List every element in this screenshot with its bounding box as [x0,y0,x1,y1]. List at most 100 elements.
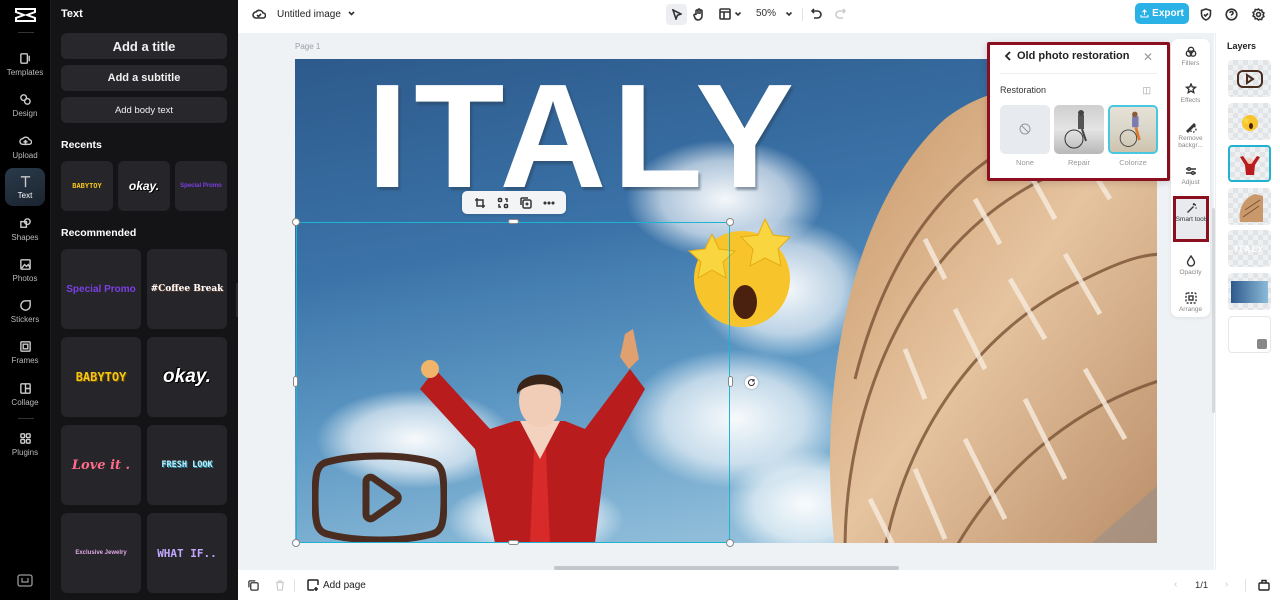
add-page-label: Add page [323,579,366,591]
rail-item-stickers[interactable]: Stickers [5,292,45,330]
recommended-text-style[interactable]: WHAT IF.. [147,513,227,593]
rail-item-templates[interactable]: Templates [5,45,45,83]
add-subtitle-button[interactable]: Add a subtitle [61,65,227,91]
recommended-text-style[interactable]: okay. [147,337,227,417]
chevron-down-icon[interactable] [785,10,793,18]
resize-handle[interactable] [508,219,519,224]
effects-tool[interactable]: Effects [1173,83,1208,104]
toolbar-divider [1245,579,1246,592]
redo-icon[interactable] [835,8,846,19]
app-root: Templates Design Upload Text Shapes Phot… [0,0,1280,600]
compare-icon[interactable]: ◫ [1142,85,1151,96]
layer-man-in-red-suit[interactable] [1228,145,1271,182]
layer-sky-background[interactable] [1228,273,1271,310]
restoration-option-colorize[interactable] [1108,105,1158,154]
layer-blank-background[interactable] [1228,316,1271,353]
recent-text-style[interactable]: okay. [118,161,170,211]
recommended-text-style[interactable]: Exclusive Jewelry [61,513,141,593]
recommended-text-style[interactable]: BABYTOY [61,337,141,417]
recommended-text-style[interactable]: #Coffee Break [147,249,227,329]
select-tool-button[interactable] [666,4,687,25]
upload-icon [18,136,32,145]
recommended-text-style[interactable]: Special Promo [61,249,141,329]
close-icon[interactable]: ✕ [1143,50,1153,64]
restoration-option-repair[interactable] [1054,105,1104,154]
replace-icon[interactable] [497,197,509,209]
document-title[interactable]: Untitled image [277,9,341,20]
bottom-bar: Add page ‹ 1/1 › [238,570,1280,600]
arrange-tool[interactable]: Arrange [1173,292,1208,313]
frames-icon [19,340,31,352]
rotate-handle[interactable] [745,376,758,389]
resize-handle[interactable] [293,376,298,387]
rail-item-design[interactable]: Design [5,86,45,124]
cloud-save-icon[interactable] [252,7,266,20]
shield-check-icon[interactable] [1200,8,1212,21]
add-page-button[interactable]: Add page [307,579,366,591]
rail-item-text[interactable]: Text [5,168,45,206]
remove-background-tool[interactable]: Remove backgr... [1173,121,1208,149]
collage-icon [19,382,31,394]
previous-page-button[interactable]: ‹ [1174,579,1177,590]
photos-icon [19,258,31,270]
text-style-preview: Exclusive Jewelry [75,550,127,556]
adjust-tool[interactable]: Adjust [1173,165,1208,186]
page-manager-icon[interactable] [1258,579,1270,591]
rail-item-collage[interactable]: Collage [5,375,45,413]
duplicate-page-icon[interactable] [248,580,259,591]
layer-italy-text[interactable]: ITALY [1228,230,1271,267]
duplicate-icon[interactable] [519,196,532,209]
rail-item-photos[interactable]: Photos [5,251,45,289]
help-icon[interactable] [1225,8,1238,21]
rail-item-label: Shapes [11,232,39,242]
tool-label: Effects [1180,97,1201,104]
resize-handle[interactable] [726,539,734,547]
layers-panel: Layers ITALY [1215,33,1280,570]
recent-text-style[interactable]: BABYTOY [61,161,113,211]
resize-handle[interactable] [508,540,519,545]
more-options-icon[interactable] [542,197,555,209]
recommended-text-style[interactable]: FRESH LOOK [147,425,227,505]
crop-icon[interactable] [474,197,486,209]
zoom-level[interactable]: 50% [756,8,776,19]
add-title-button[interactable]: Add a title [61,33,227,59]
resize-handle[interactable] [292,539,300,547]
capcut-logo-icon[interactable] [15,8,36,22]
resize-handle[interactable] [726,218,734,226]
delete-page-icon[interactable] [275,580,285,591]
chevron-down-icon[interactable] [347,9,356,18]
next-page-button[interactable]: › [1225,579,1228,590]
resize-handle[interactable] [292,218,300,226]
recommended-text-style[interactable]: Love it . [61,425,141,505]
opacity-tool[interactable]: Opacity [1173,255,1208,276]
rail-item-shapes[interactable]: Shapes [5,210,45,248]
recent-text-style[interactable]: Special Promo [175,161,227,211]
repair-preview-image [1064,110,1087,149]
italy-headline-text[interactable]: ITALY [367,63,800,211]
rail-divider [18,418,34,419]
rotate-icon [748,379,756,386]
settings-gear-icon[interactable] [1252,8,1265,21]
hand-tool-button[interactable] [693,8,705,21]
filters-icon [1185,46,1196,57]
back-chevron-icon[interactable] [1004,51,1012,61]
layout-icon[interactable] [719,8,731,20]
magic-wand-icon [1187,203,1197,213]
filters-tool[interactable]: Filters [1173,46,1208,67]
add-body-text-button[interactable]: Add body text [61,97,227,123]
undo-icon[interactable] [811,8,822,19]
resize-handle[interactable] [728,376,733,387]
layer-pisa-tower[interactable] [1228,188,1271,225]
chevron-down-icon[interactable] [734,10,742,18]
rail-item-label: Plugins [11,447,39,457]
restoration-option-none[interactable] [1000,105,1050,154]
rail-item-upload[interactable]: Upload [5,128,45,166]
layer-video-play-shape[interactable] [1228,60,1271,97]
export-button[interactable]: Export [1135,3,1189,24]
rail-item-frames[interactable]: Frames [5,333,45,371]
smart-tools-tool[interactable]: Smart tools [1173,196,1209,242]
rail-item-plugins[interactable]: Plugins [5,425,45,463]
popup-divider [1000,73,1157,74]
keyboard-shortcuts-icon[interactable] [17,574,33,587]
layer-emoji[interactable] [1228,103,1271,140]
